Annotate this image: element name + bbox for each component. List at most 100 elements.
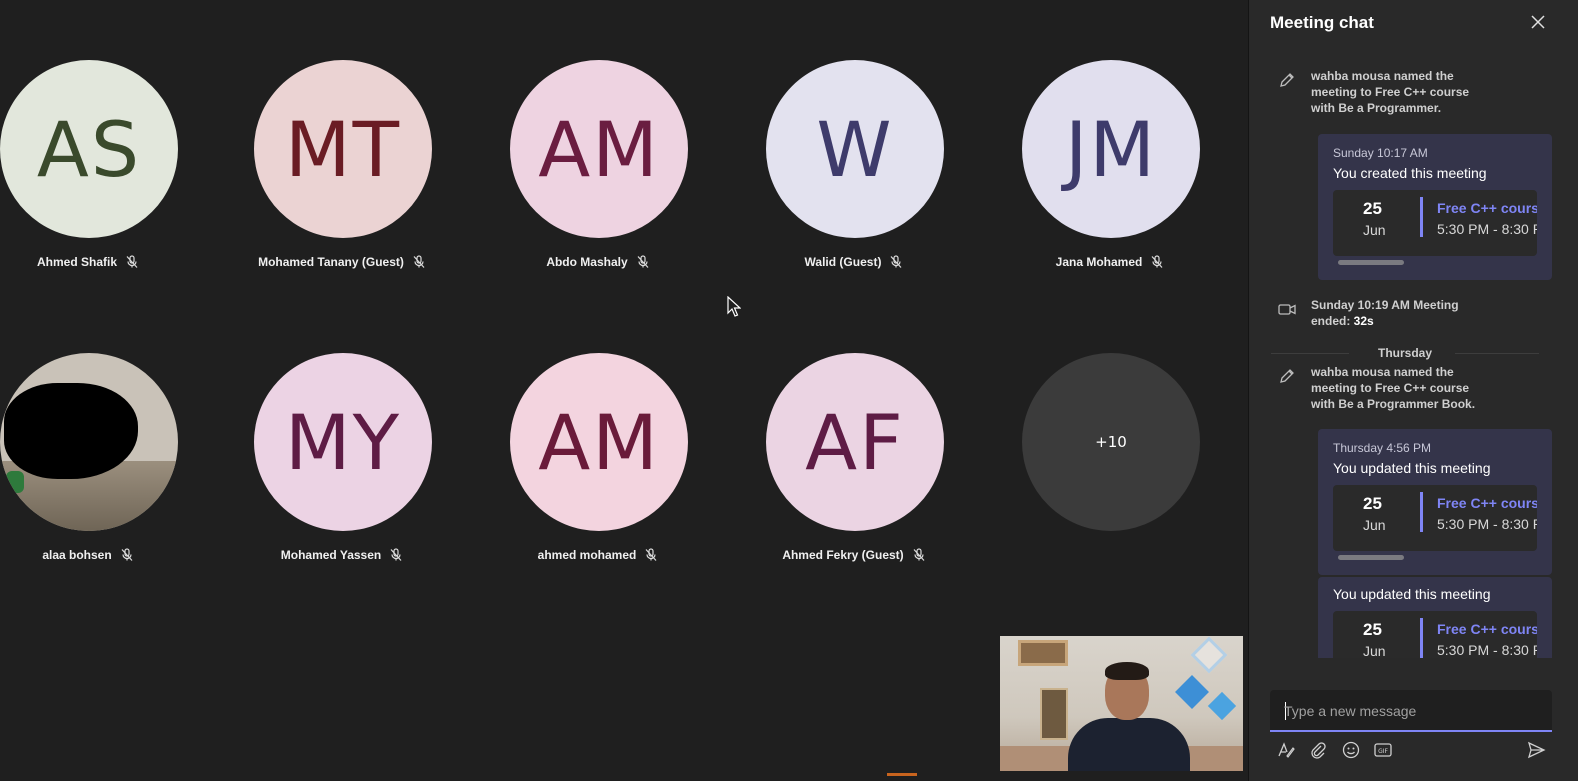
mic-off-icon — [413, 255, 425, 268]
attach-icon[interactable] — [1308, 740, 1328, 760]
avatar: AM — [510, 60, 688, 238]
participant-tile[interactable]: AM Abdo Mashaly — [488, 60, 708, 300]
participant-name: Walid (Guest) — [804, 255, 882, 269]
meeting-invite-box[interactable]: 25 Jun Free C++ course 5:30 PM - 8:30 PM — [1333, 190, 1537, 256]
event-text: Sunday 10:19 AM Meeting ended: 32s — [1311, 298, 1459, 328]
meeting-title-link[interactable]: Free C++ course — [1437, 200, 1537, 216]
meeting-card[interactable]: Sunday 10:17 AM You created this meeting… — [1318, 134, 1552, 280]
participant-name-row: Mohamed Tanany (Guest) — [232, 252, 452, 272]
chat-event-rename: wahba mousa named the meeting to Free C+… — [1277, 364, 1557, 412]
event-text: wahba mousa named the meeting to Free C+… — [1311, 69, 1470, 115]
gif-icon[interactable]: GIF — [1373, 740, 1393, 760]
participant-name: ahmed mohamed — [537, 548, 637, 562]
participant-name: Ahmed Fekry (Guest) — [782, 548, 904, 562]
participant-name: Abdo Mashaly — [546, 255, 628, 269]
participant-tile[interactable]: MY Mohamed Yassen — [232, 353, 452, 593]
card-scrollbar[interactable] — [1338, 555, 1404, 560]
card-message: You updated this meeting — [1333, 586, 1491, 602]
date-divider: Thursday — [1271, 346, 1539, 360]
more-participants-count[interactable]: +10 — [1022, 353, 1200, 531]
meeting-month: Jun — [1363, 643, 1386, 658]
event-text: wahba mousa named the meeting to Free C+… — [1311, 365, 1476, 411]
participant-name: Mohamed Tanany (Guest) — [258, 255, 404, 269]
participant-name-row: Walid (Guest) — [744, 252, 964, 272]
mic-off-icon — [913, 548, 925, 561]
meeting-time-range: 5:30 PM - 8:30 PM — [1437, 642, 1537, 658]
compose-box[interactable] — [1270, 690, 1552, 732]
self-video-preview[interactable] — [1000, 636, 1243, 771]
meeting-day: 25 — [1363, 199, 1382, 218]
avatar: AS — [0, 60, 178, 238]
mic-off-icon — [645, 548, 657, 561]
meeting-invite-box[interactable]: 25 Jun Free C++ course 5:30 PM - 8:30 PM — [1333, 485, 1537, 551]
participant-stage: AS Ahmed Shafik MT Mohamed Tanany (Guest… — [0, 0, 1256, 781]
avatar: AM — [510, 353, 688, 531]
card-message: You created this meeting — [1333, 165, 1487, 181]
pencil-icon — [1280, 369, 1294, 383]
meeting-month: Jun — [1363, 517, 1386, 533]
mic-off-icon — [126, 255, 138, 268]
meeting-card[interactable]: You updated this meeting 25 Jun Free C++… — [1318, 577, 1552, 658]
participant-tile[interactable]: AF Ahmed Fekry (Guest) — [744, 353, 964, 593]
participant-tile[interactable]: AM ahmed mohamed — [488, 353, 708, 593]
meeting-card[interactable]: Thursday 4:56 PM You updated this meetin… — [1318, 429, 1552, 575]
mic-off-icon — [890, 255, 902, 268]
close-icon[interactable] — [1528, 12, 1548, 32]
message-input[interactable] — [1284, 700, 1540, 722]
avatar: JM — [1022, 60, 1200, 238]
avatar: AF — [766, 353, 944, 531]
mic-off-icon — [637, 255, 649, 268]
meeting-day: 25 — [1363, 494, 1382, 513]
avatar: W — [766, 60, 944, 238]
avatar: MY — [254, 353, 432, 531]
participant-tile[interactable]: JM Jana Mohamed — [1000, 60, 1220, 300]
mouse-cursor-icon — [727, 296, 741, 317]
chat-header: Meeting chat — [1249, 0, 1578, 46]
mic-off-icon — [121, 548, 133, 561]
participant-tile[interactable]: W Walid (Guest) — [744, 60, 964, 300]
format-icon[interactable] — [1276, 740, 1296, 760]
mic-off-icon — [390, 548, 402, 561]
participant-name: Ahmed Shafik — [36, 255, 117, 269]
meeting-chat-panel: Meeting chat wahba mousa named the meeti… — [1248, 0, 1578, 781]
participant-name: Mohamed Yassen — [280, 548, 382, 562]
participant-tile[interactable]: MT Mohamed Tanany (Guest) — [232, 60, 452, 300]
chat-event-rename: wahba mousa named the meeting to Free C+… — [1277, 68, 1557, 116]
avatar-photo — [0, 353, 178, 531]
participant-name-row: Mohamed Yassen — [232, 545, 452, 565]
participant-tile[interactable]: AS Ahmed Shafik — [0, 60, 198, 300]
participant-name-row: ahmed mohamed — [488, 545, 708, 565]
participant-name: Jana Mohamed — [1055, 255, 1143, 269]
pencil-icon — [1280, 73, 1294, 87]
card-scrollbar[interactable] — [1338, 260, 1404, 265]
card-timestamp: Sunday 10:17 AM — [1333, 146, 1428, 160]
accent-marker — [887, 773, 917, 776]
participant-name-row: Ahmed Shafik — [0, 252, 198, 272]
meeting-title-link[interactable]: Free C++ course — [1437, 495, 1537, 511]
send-icon[interactable] — [1526, 740, 1546, 760]
card-message: You updated this meeting — [1333, 460, 1491, 476]
emoji-icon[interactable] — [1341, 740, 1361, 760]
meeting-time-range: 5:30 PM - 8:30 PM — [1437, 516, 1537, 532]
chat-title: Meeting chat — [1270, 13, 1374, 32]
participant-name-row: Ahmed Fekry (Guest) — [744, 545, 964, 565]
compose-toolbar: GIF — [1270, 740, 1552, 760]
svg-text:GIF: GIF — [1378, 748, 1388, 755]
meeting-duration: 32s — [1353, 314, 1374, 328]
meeting-month: Jun — [1363, 222, 1386, 238]
meeting-time-range: 5:30 PM - 8:30 PM — [1437, 221, 1537, 237]
chat-event-meeting-ended: Sunday 10:19 AM Meeting ended: 32s — [1277, 297, 1557, 329]
video-camera-icon — [1278, 304, 1296, 315]
avatar: MT — [254, 60, 432, 238]
participant-name-row: alaa bohsen — [0, 545, 198, 565]
mic-off-icon — [1151, 255, 1163, 268]
participant-tile[interactable]: alaa bohsen — [0, 353, 198, 593]
more-participants-tile[interactable]: +10 — [1000, 353, 1220, 593]
chat-message-list[interactable]: wahba mousa named the meeting to Free C+… — [1249, 52, 1578, 658]
meeting-invite-box[interactable]: 25 Jun Free C++ course 5:30 PM - 8:30 PM — [1333, 611, 1537, 658]
meeting-title-link[interactable]: Free C++ course — [1437, 621, 1537, 637]
participant-name: alaa bohsen — [42, 548, 112, 562]
card-timestamp: Thursday 4:56 PM — [1333, 441, 1432, 455]
participant-name-row: Abdo Mashaly — [488, 252, 708, 272]
participant-name-row: Jana Mohamed — [1000, 252, 1220, 272]
